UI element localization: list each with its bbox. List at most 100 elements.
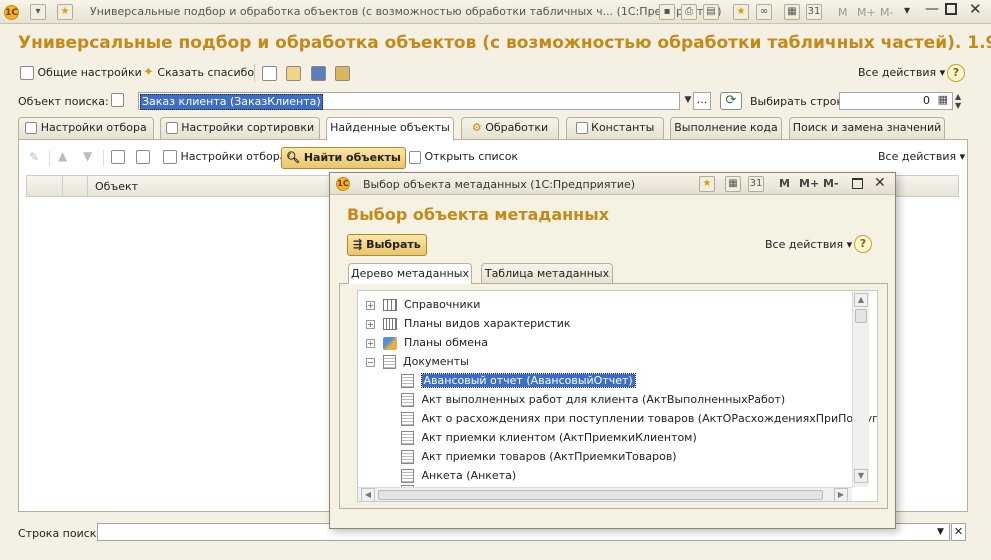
tab-filter-settings[interactable]: Настройки отбора [18,117,154,139]
calculator-icon[interactable]: ▦ [938,93,948,106]
tab-search-replace[interactable]: Поиск и замена значений [789,117,945,139]
tree-item-document[interactable]: Акт приемки товаров (АктПриемкиТоваров) [401,447,677,466]
expand-icon[interactable]: + [366,300,375,310]
check-all-icon[interactable] [111,150,125,164]
expand-icon[interactable]: + [366,319,375,329]
memory-minus-button[interactable]: M- [823,177,839,190]
tab-constants[interactable]: Константы [566,117,664,139]
menu-icon[interactable]: ▾ [30,4,46,20]
close-icon[interactable]: ✕ [969,0,982,18]
save-as-icon[interactable] [335,66,350,81]
scroll-thumb[interactable] [855,309,867,323]
tree-item-document[interactable]: Акт о расхождениях при поступлении товар… [401,409,877,428]
floppy-disk-icon[interactable] [311,66,326,81]
list-icon [409,150,421,164]
tree-item-document[interactable]: Акт выполненных работ для клиента (АктВы… [401,390,785,409]
say-thanks-button[interactable]: ✦ Сказать спасибо [143,64,254,84]
calculator-icon[interactable]: ▦ [725,176,741,192]
horizontal-scrollbar[interactable]: ◀ ▶ [358,487,852,501]
object-search-field[interactable]: Заказ клиента (ЗаказКлиента) [138,92,680,110]
general-settings-button[interactable]: Общие настройки [20,64,142,84]
tab-metadata-table[interactable]: Таблица метаданных [481,263,613,283]
tab-label: Таблица метаданных [484,267,610,280]
maximize-icon[interactable] [945,3,957,15]
refresh-icon[interactable]: ⟳ [720,92,742,110]
tree-item-label: Справочники [404,298,481,311]
minimize-icon[interactable]: — [925,1,939,17]
tree-item-document[interactable]: Акт приемки клиентом (АктПриемкиКлиентом… [401,428,697,447]
save-icon[interactable]: ▪ [659,4,675,20]
document-icon [401,393,414,407]
metadata-tree[interactable]: + Справочники + Планы видов характеристи… [357,290,878,502]
select-button[interactable]: ⇶ Выбрать [347,234,427,256]
favorite-icon[interactable]: ★ [699,176,715,192]
open-folder-icon[interactable] [286,66,301,81]
maximize-icon[interactable] [852,178,863,189]
scroll-up-icon[interactable]: ▲ [854,293,868,307]
tab-label: Настройки сортировки [181,121,315,134]
dialog-close-icon[interactable]: ✕ [874,175,886,191]
column-object[interactable]: Объект [95,180,138,193]
scroll-down-icon[interactable]: ▼ [854,469,868,483]
find-objects-button[interactable]: 🔍︎ Найти объекты [281,147,406,169]
tree-item-catalogs[interactable]: + Справочники [366,295,480,314]
dialog-help-icon[interactable]: ? [854,235,872,253]
scroll-left-icon[interactable]: ◀ [361,488,375,501]
dialog-window-title: Выбор объекта метаданных (1С:Предприятие… [363,178,636,191]
select-button[interactable]: ... [693,92,711,110]
app-logo-icon[interactable]: 1С [4,5,19,20]
memory-plus-button[interactable]: M+ [857,6,876,19]
tree-item-characteristic-types[interactable]: + Планы видов характеристик [366,314,571,333]
memory-plus-button[interactable]: M+ [799,177,819,190]
panel-all-actions-menu[interactable]: Все действия ▾ [878,148,965,168]
open-list-label: Открыть список [424,150,519,163]
search-dropdown-icon[interactable]: ▼ [937,527,944,537]
choose-rows-field[interactable]: 0 ▦ [839,92,953,110]
save-settings-icon[interactable] [262,66,277,81]
help-icon[interactable]: ? [947,64,965,82]
uncheck-all-icon[interactable] [136,150,150,164]
preview-icon[interactable]: ▤ [703,4,719,20]
filter-settings-button[interactable]: Настройки отбора [163,148,287,168]
edit-icon[interactable]: ✎ [29,150,39,164]
favorites-star-icon[interactable]: ★ [57,4,73,20]
general-settings-label: Общие настройки [37,66,142,79]
documents-icon [382,355,396,369]
window-options-icon[interactable]: ▾ [904,3,910,17]
tree-item-exchange-plans[interactable]: + Планы обмена [366,333,488,352]
exchange-plans-icon [382,336,397,350]
print-icon[interactable]: ⎙ [681,4,697,20]
calculator-icon[interactable]: ▦ [784,4,800,20]
add-favorite-icon[interactable]: ★ [733,4,749,20]
tab-found-objects[interactable]: Найденные объекты [326,117,454,141]
link-icon[interactable]: ∞ [756,4,772,20]
tab-sort-settings[interactable]: Настройки сортировки [160,117,320,139]
clear-search-icon[interactable]: ✕ [951,523,966,541]
horizontal-scroll-thumb[interactable] [378,490,823,500]
collapse-icon[interactable]: − [366,357,375,367]
tree-item-document[interactable]: Авансовый отчет (АвансовыйОтчет) [401,371,636,390]
expand-icon[interactable]: + [366,338,375,348]
vertical-scrollbar[interactable]: ▲ ▼ [852,291,869,487]
scroll-right-icon[interactable]: ▶ [834,488,848,501]
open-list-button[interactable]: Открыть список [409,148,518,168]
memory-minus-button[interactable]: M- [880,6,893,19]
memory-m-button[interactable]: M [838,6,848,19]
memory-m-button[interactable]: M [779,177,790,190]
spin-stepper[interactable]: ▲ ▼ [955,92,961,110]
all-actions-label: Все действия [765,238,844,251]
tree-item-documents[interactable]: − Документы [366,352,469,371]
dialog-all-actions-menu[interactable]: Все действия ▾ [765,236,852,256]
move-up-icon[interactable]: ▲ [58,149,67,163]
window-titlebar: 1С ▾ ★ Универсальные подбор и обработка … [0,0,991,24]
tree-item-document[interactable]: Анкета (Анкета) [401,466,516,485]
choose-rows-value: 0 [923,94,930,107]
tab-metadata-tree[interactable]: Дерево метаданных [348,263,472,284]
tab-processing[interactable]: ⚙ Обработки [461,117,559,139]
calendar-icon[interactable]: 31 [806,4,822,20]
move-down-icon[interactable]: ▼ [83,149,92,163]
tab-code-execution[interactable]: Выполнение кода [670,117,782,139]
all-actions-menu[interactable]: Все действия ▾ [858,64,945,84]
calendar-icon[interactable]: 31 [748,176,764,192]
dialog-logo-icon: 1С [336,177,350,191]
